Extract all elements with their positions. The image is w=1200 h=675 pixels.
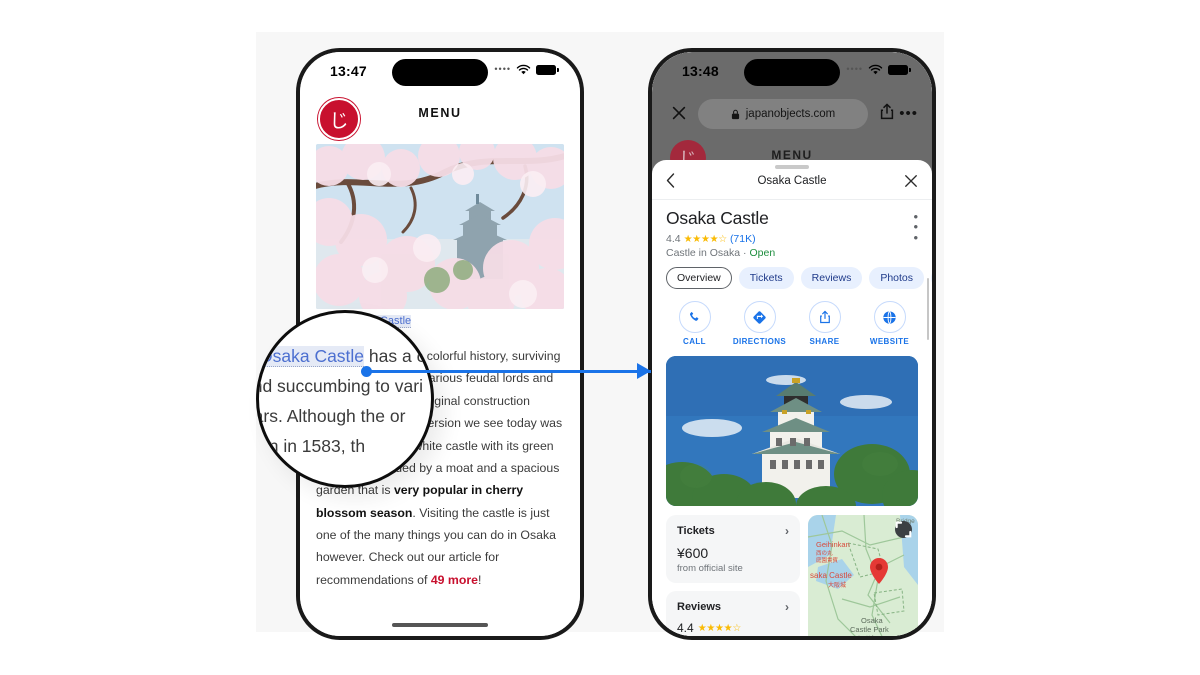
rating-stars: ★★★★☆: [683, 233, 728, 245]
directions-button[interactable]: DIRECTIONS: [731, 301, 789, 346]
callout-arrow-line: [366, 370, 651, 373]
url-bar[interactable]: japanobjects.com: [698, 99, 868, 129]
place-photo-osaka-castle[interactable]: [666, 356, 918, 506]
tab-tickets[interactable]: Tickets: [738, 267, 794, 289]
signal-dots-icon: ••••: [494, 64, 511, 74]
magnified-line4: an in 1583, th: [259, 436, 366, 457]
ticket-source: from official site: [677, 563, 743, 574]
sheet-title: Osaka Castle: [757, 175, 827, 187]
call-button[interactable]: CALL: [666, 301, 724, 346]
place-category: Castle in Osaka: [666, 247, 741, 259]
reviews-card-header: Reviews ›: [677, 600, 789, 614]
tab-chip-row: Overview Tickets Reviews Photos Tours: [652, 259, 932, 289]
place-header: Osaka Castle • • • 4.4 ★★★★☆ (71K) Castle …: [652, 200, 932, 259]
magnified-line3: wars. Although the or: [256, 406, 406, 427]
magnified-line2: and succumbing to vari: [256, 376, 423, 397]
share-icon: [808, 301, 841, 333]
ticket-price: ¥600: [677, 545, 709, 561]
website-button[interactable]: WEBSITE: [861, 301, 919, 346]
svg-text:Geihinkan: Geihinkan: [816, 540, 850, 549]
signal-dots-icon: ••••: [846, 64, 863, 74]
wifi-icon: [868, 64, 883, 75]
svg-text:saka Castle: saka Castle: [810, 571, 852, 580]
lower-content-grid: Tickets › ¥600 from official site Review…: [652, 506, 932, 636]
globe-icon: [873, 301, 906, 333]
reviews-card[interactable]: Reviews › 4.4 ★★★★☆: [666, 591, 800, 636]
callout-anchor-dot: [361, 366, 372, 377]
action-button-row: CALL DIRECTIONS SHARE WEBSITE: [652, 289, 932, 350]
more-dots-icon[interactable]: •••: [899, 106, 918, 121]
directions-icon: [743, 301, 776, 333]
sheet-scrollbar[interactable]: [926, 278, 929, 340]
review-count[interactable]: (71K): [730, 233, 756, 245]
expand-icon[interactable]: [895, 521, 912, 538]
dynamic-island: [744, 59, 840, 86]
left-status-bar: 13:47 ••••: [300, 52, 580, 92]
dynamic-island: [392, 59, 488, 86]
kebab-menu-icon[interactable]: • • •: [913, 210, 918, 244]
url-text: japanobjects.com: [745, 108, 836, 120]
callout-arrow-head: [637, 363, 651, 379]
right-status-bar: 13:48 ••••: [652, 52, 932, 92]
tab-photos[interactable]: Photos: [869, 267, 925, 289]
svg-text:Osaka: Osaka: [861, 616, 884, 625]
right-phone-mockup: 13:48 •••• japanobjects.com ••• じ MENU O…: [648, 48, 936, 640]
directions-label: DIRECTIONS: [732, 337, 787, 346]
wifi-icon: [516, 64, 531, 75]
magnifier-callout: Osaka Castle has a colo and succumbing t…: [256, 310, 434, 488]
chevron-right-icon: ›: [785, 600, 789, 614]
place-detail-sheet: Osaka Castle Osaka Castle • • • 4.4 ★★★★☆ …: [652, 160, 932, 636]
tickets-card[interactable]: Tickets › ¥600 from official site: [666, 515, 800, 583]
close-icon[interactable]: [904, 174, 918, 188]
tab-tours[interactable]: Tours: [931, 267, 932, 289]
svg-text:Castle Park: Castle Park: [850, 625, 889, 634]
tab-reviews[interactable]: Reviews: [800, 267, 863, 289]
menu-button[interactable]: MENU: [300, 106, 580, 120]
share-button[interactable]: SHARE: [796, 301, 854, 346]
battery-icon: [888, 64, 911, 75]
tickets-title: Tickets: [677, 525, 715, 537]
lock-icon: [731, 109, 739, 119]
chevron-right-icon: ›: [785, 524, 789, 538]
tab-overview[interactable]: Overview: [666, 267, 732, 289]
share-label: SHARE: [809, 337, 840, 346]
share-icon[interactable]: [880, 103, 894, 120]
reviews-rating-stars: ★★★★☆: [697, 622, 742, 634]
status-indicators: ••••: [494, 64, 559, 75]
magnified-line1: has a colo: [368, 346, 434, 366]
magnified-link-osaka-castle[interactable]: Osaka Castle: [259, 346, 365, 367]
place-name: Osaka Castle: [666, 208, 769, 228]
right-phone-screen: 13:48 •••• japanobjects.com ••• じ MENU O…: [652, 52, 932, 636]
website-label: WEBSITE: [869, 337, 910, 346]
svg-text:大阪城: 大阪城: [828, 581, 846, 589]
reviews-rating-value: 4.4: [677, 621, 694, 635]
sheet-navigation: Osaka Castle: [652, 169, 932, 197]
rating-value: 4.4: [666, 233, 681, 245]
status-time: 13:47: [330, 63, 367, 79]
battery-icon: [536, 64, 559, 75]
map-thumbnail[interactable]: Geihinkan 西の丸 庭園貴賓 saka Castle 大阪城 Osaka…: [808, 515, 918, 636]
place-subline: Castle in Osaka · Open: [666, 247, 918, 259]
home-indicator: [392, 623, 488, 627]
open-status: Open: [749, 247, 776, 259]
article-end: !: [478, 572, 482, 587]
phone-icon: [678, 301, 711, 333]
article-link-49-more[interactable]: 49 more: [431, 573, 478, 587]
svg-text:大阪城公園: 大阪城公園: [856, 635, 886, 636]
rating-row: 4.4 ★★★★☆ (71K): [666, 233, 918, 245]
reviews-rating-row: 4.4 ★★★★☆: [677, 621, 789, 635]
status-time: 13:48: [682, 63, 719, 79]
close-icon[interactable]: [670, 104, 688, 122]
svg-text:庭園貴賓: 庭園貴賓: [816, 556, 839, 564]
reviews-title: Reviews: [677, 601, 722, 613]
svg-text:西の丸: 西の丸: [816, 549, 833, 557]
browser-toolbar: japanobjects.com •••: [652, 92, 932, 138]
hero-image-cherry-blossom-castle: [316, 144, 564, 309]
site-header: じ MENU: [300, 92, 580, 144]
tickets-card-header: Tickets ›: [677, 524, 789, 538]
info-cards: Tickets › ¥600 from official site Review…: [666, 515, 800, 636]
magnified-text: Osaka Castle has a colo and succumbing t…: [256, 341, 434, 461]
call-label: CALL: [683, 337, 706, 346]
status-indicators: ••••: [846, 64, 911, 75]
